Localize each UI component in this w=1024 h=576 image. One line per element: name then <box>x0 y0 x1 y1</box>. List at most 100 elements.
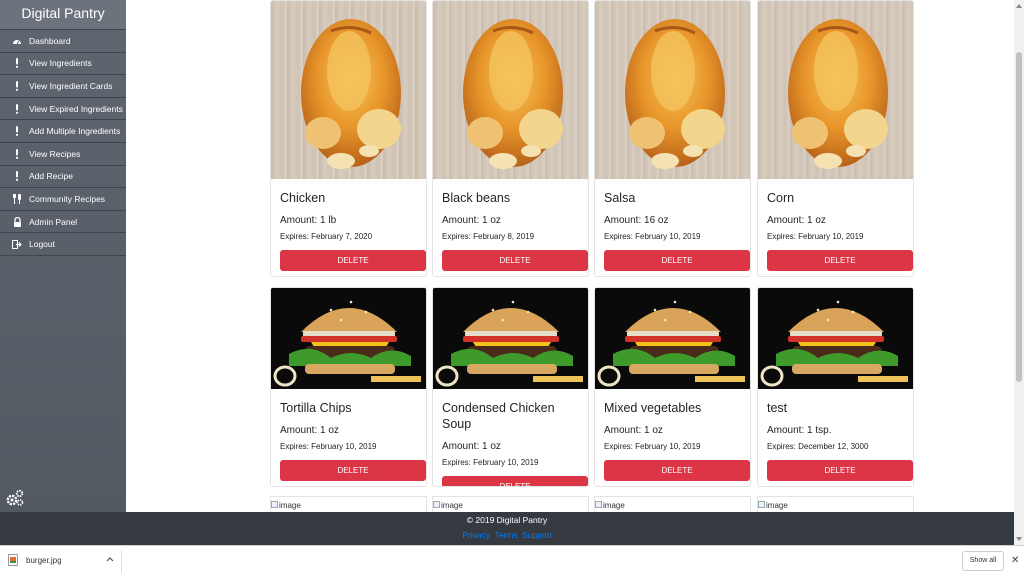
delete-button[interactable]: DELETE <box>442 476 588 486</box>
sign-out-icon <box>11 238 23 250</box>
sidebar-item-add-multiple-ingredients[interactable]: Add Multiple Ingredients <box>0 120 126 143</box>
sidebar-nav: Dashboard View Ingredients View Ingredient… <box>0 30 126 256</box>
ingredient-amount: Amount: 1 oz <box>767 215 826 226</box>
sidebar-item-view-ingredient-cards[interactable]: View Ingredient Cards <box>0 75 126 98</box>
sidebar-item-community-recipes[interactable]: Community Recipes <box>0 188 126 211</box>
download-filename: burger.jpg <box>26 555 62 565</box>
ingredient-amount: Amount: 16 oz <box>604 215 669 226</box>
exclamation-icon <box>11 148 23 160</box>
ingredient-card: Mixed vegetables Amount: 1 oz Expires: Feb… <box>594 287 751 487</box>
delete-button[interactable]: DELETE <box>442 250 588 271</box>
sidebar-item-label: Add Multiple Ingredients <box>29 126 121 137</box>
ingredient-expiry: Expires: December 12, 3000 <box>767 442 869 451</box>
utensils-icon <box>11 193 23 205</box>
sidebar-item-label: View Recipes <box>29 148 81 159</box>
ingredient-card: test Amount: 1 tsp. Expires: December 12, … <box>757 287 914 487</box>
sidebar-item-label: Admin Panel <box>29 216 78 227</box>
footer-link-privacy[interactable]: Privacy <box>462 530 490 540</box>
ingredient-name: Salsa <box>604 191 636 205</box>
broken-image-icon <box>433 501 440 508</box>
image-alt-text: image <box>279 501 301 510</box>
sidebar-item-add-recipe[interactable]: Add Recipe <box>0 166 126 189</box>
delete-button[interactable]: DELETE <box>767 250 913 271</box>
burger-image <box>433 288 588 389</box>
image-alt-text: image <box>766 501 788 510</box>
sidebar-item-dashboard[interactable]: Dashboard <box>0 30 126 53</box>
chicken-image <box>271 1 426 179</box>
ingredient-expiry: Expires: February 10, 2019 <box>604 232 701 241</box>
scroll-up-arrow-icon[interactable] <box>1016 4 1022 8</box>
ingredient-card: Salsa Amount: 16 oz Expires: February 10, … <box>594 0 751 277</box>
ingredient-amount: Amount: 1 lb <box>280 215 337 226</box>
sidebar-item-view-recipes[interactable]: View Recipes <box>0 143 126 166</box>
ingredient-card: Corn Amount: 1 oz Expires: February 10, 20… <box>757 0 914 277</box>
card-body: Corn Amount: 1 oz Expires: February 10, 20… <box>758 190 913 271</box>
chevron-up-icon[interactable] <box>106 556 114 562</box>
sidebar-item-label: View Ingredients <box>29 58 92 69</box>
ingredient-name: Mixed vegetables <box>604 401 702 415</box>
sidebar-item-label: View Ingredient Cards <box>29 80 113 91</box>
brand-title[interactable]: Digital Pantry <box>0 0 126 30</box>
sidebar-item-logout[interactable]: Logout <box>0 233 126 256</box>
footer-copyright: © 2019 Digital Pantry <box>466 515 548 525</box>
ingredient-amount: Amount: 1 tsp. <box>767 425 832 436</box>
chicken-image <box>433 1 588 179</box>
downloads-bar: burger.jpg Show all ✕ <box>0 545 1024 576</box>
ingredient-card: Condensed Chicken Soup Amount: 1 oz Expire… <box>432 287 589 487</box>
delete-button[interactable]: DELETE <box>604 460 750 481</box>
footer-links: Privacy Terms Support <box>0 530 1014 540</box>
card-body: test Amount: 1 tsp. Expires: December 12, … <box>758 400 913 481</box>
scroll-down-arrow-icon[interactable] <box>1016 537 1022 541</box>
delete-button[interactable]: DELETE <box>604 250 750 271</box>
exclamation-icon <box>11 170 23 182</box>
sidebar-item-view-ingredients[interactable]: View Ingredients <box>0 53 126 76</box>
image-alt-text: image <box>441 501 463 510</box>
ingredient-amount: Amount: 1 oz <box>604 425 663 436</box>
ingredient-name: Tortilla Chips <box>280 401 352 415</box>
app-window: Digital Pantry Dashboard View Ingredients… <box>0 0 1024 576</box>
card-body: Condensed Chicken Soup Amount: 1 oz Expire… <box>433 400 588 486</box>
card-body: Chicken Amount: 1 lb Expires: February 7, … <box>271 190 426 271</box>
broken-image-placeholder: image <box>594 496 751 512</box>
chicken-image <box>595 1 750 179</box>
sidebar-item-label: Dashboard <box>29 35 71 46</box>
broken-image-placeholder: image <box>270 496 427 512</box>
chicken-image <box>758 1 913 179</box>
sidebar-item-admin-panel[interactable]: Admin Panel <box>0 211 126 234</box>
sidebar-item-view-expired-ingredients[interactable]: View Expired Ingredients <box>0 98 126 121</box>
footer-link-terms[interactable]: Terms <box>494 530 517 540</box>
delete-button[interactable]: DELETE <box>280 250 426 271</box>
delete-button[interactable]: DELETE <box>767 460 913 481</box>
ingredient-expiry: Expires: February 10, 2019 <box>442 458 539 467</box>
ingredient-card: Chicken Amount: 1 lb Expires: February 7, … <box>270 0 427 277</box>
close-icon[interactable]: ✕ <box>1011 555 1019 566</box>
page-footer: © 2019 Digital Pantry Privacy Terms Supp… <box>0 512 1014 545</box>
exclamation-icon <box>11 80 23 92</box>
sidebar-item-label: Add Recipe <box>29 171 73 182</box>
sidebar-item-label: Logout <box>29 239 55 250</box>
sidebar: Digital Pantry Dashboard View Ingredients… <box>0 0 126 512</box>
ingredient-expiry: Expires: February 8, 2019 <box>442 232 535 241</box>
delete-button[interactable]: DELETE <box>280 460 426 481</box>
exclamation-icon <box>11 103 23 115</box>
show-all-button[interactable]: Show all <box>962 551 1004 571</box>
broken-image-placeholder: image <box>757 496 914 512</box>
broken-image-icon <box>271 501 278 508</box>
card-body: Salsa Amount: 16 oz Expires: February 10, … <box>595 190 750 271</box>
ingredient-amount: Amount: 1 oz <box>442 215 501 226</box>
broken-image-icon <box>758 501 765 508</box>
settings-gear-icon[interactable] <box>5 488 25 508</box>
sidebar-item-label: Community Recipes <box>29 193 106 204</box>
ingredient-name: Condensed Chicken Soup <box>442 401 555 431</box>
sidebar-item-label: View Expired Ingredients <box>29 103 123 114</box>
scrollbar-thumb[interactable] <box>1016 52 1022 382</box>
footer-link-support[interactable]: Support <box>522 530 552 540</box>
ingredient-amount: Amount: 1 oz <box>442 441 501 452</box>
card-body: Tortilla Chips Amount: 1 oz Expires: Febru… <box>271 400 426 481</box>
ingredient-expiry: Expires: February 10, 2019 <box>767 232 864 241</box>
ingredient-name: Black beans <box>442 191 511 205</box>
download-item[interactable]: burger.jpg <box>8 554 62 566</box>
burger-image <box>595 288 750 389</box>
image-file-icon <box>8 554 18 566</box>
page-scrollbar[interactable] <box>1014 0 1024 545</box>
